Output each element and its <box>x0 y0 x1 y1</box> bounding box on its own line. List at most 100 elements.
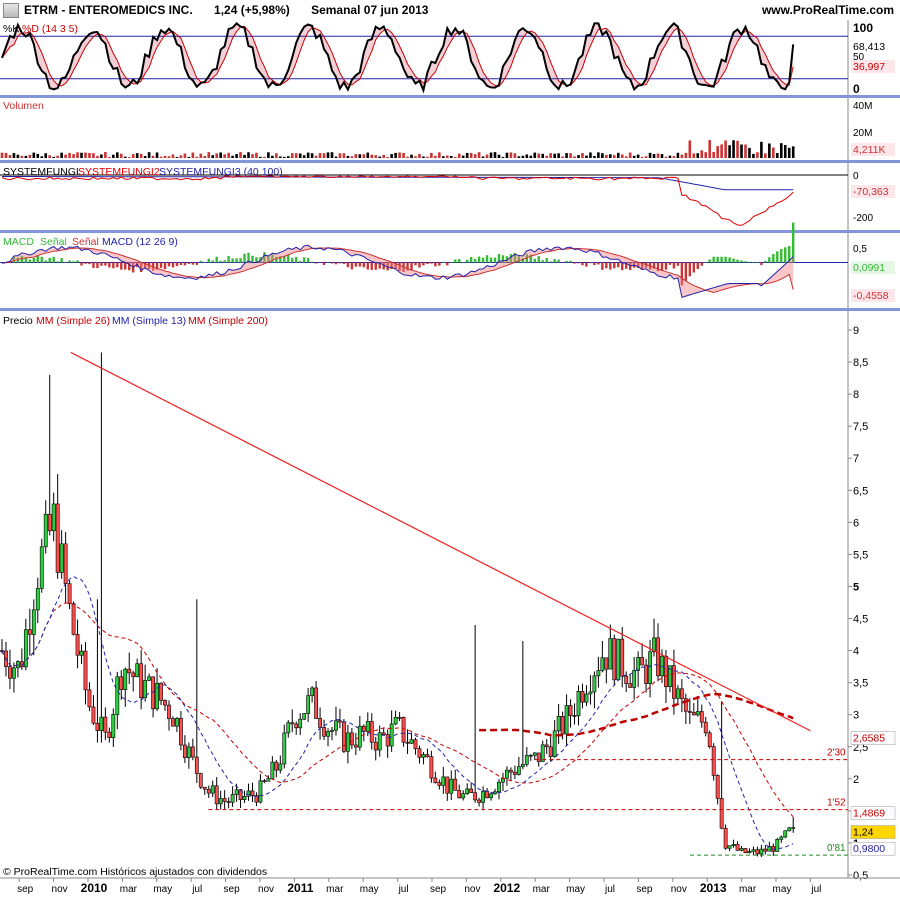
price-tick-label: 6 <box>853 517 859 529</box>
macd-hist-bar <box>577 262 580 264</box>
volume-axis-mid: 20M <box>853 128 872 139</box>
macd-hist-bar <box>80 262 83 266</box>
candle-body <box>477 799 482 803</box>
chart-area[interactable]: 98,587,576,565,554,543,532,521,510,52'30… <box>0 20 900 900</box>
volume-bar <box>68 152 71 158</box>
volume-bar <box>123 156 127 158</box>
candle-body <box>675 688 680 699</box>
candle-body <box>194 756 199 774</box>
x-tick-label: nov <box>671 884 687 895</box>
ticker-label: ETRM - ENTEROMEDICS INC. <box>24 3 193 17</box>
macd-value: 0,0991 <box>853 262 885 274</box>
price-tick-label: 8 <box>853 389 859 401</box>
macd-hist-bar <box>314 262 318 264</box>
volume-bar <box>529 155 533 158</box>
macd-hist-bar <box>776 251 779 263</box>
macd-hist-bar <box>350 262 354 270</box>
volume-bar <box>135 153 139 158</box>
macd-hist-bar <box>712 256 715 263</box>
macd-hist-bar <box>752 262 755 263</box>
volume-bar <box>485 154 489 158</box>
macd-hist-bar <box>179 262 183 265</box>
macd-hist-bar <box>724 256 727 263</box>
macd-hist-bar <box>199 260 202 263</box>
panel-separator[interactable] <box>0 308 900 311</box>
candle-body <box>179 717 183 746</box>
macd-hist-bar <box>32 258 36 263</box>
price-tick-label: 4,5 <box>853 614 868 626</box>
candle-body <box>644 664 648 684</box>
volume-bar <box>791 146 795 158</box>
volume-bar <box>0 152 4 158</box>
system-axis-bottom: -200 <box>853 213 873 224</box>
x-tick-label: nov <box>464 884 480 895</box>
volume-bar <box>195 156 199 158</box>
macd-hist-bar <box>251 255 254 263</box>
macd-hist-bar <box>728 257 731 263</box>
macd-hist-bar <box>223 260 226 263</box>
volume-bar <box>632 155 636 158</box>
volume-bar <box>732 140 735 158</box>
candle-body <box>353 744 358 748</box>
candle-body <box>318 718 322 728</box>
candle-body <box>516 766 521 775</box>
volume-bar <box>656 153 660 158</box>
site-label[interactable]: www.ProRealTime.com <box>762 3 894 17</box>
macd-hist-bar <box>561 262 564 264</box>
volume-bar <box>306 152 310 158</box>
volume-bar <box>239 152 242 158</box>
candle-body <box>397 717 402 719</box>
macd-hist-bar <box>434 262 437 267</box>
candle-body <box>302 713 307 720</box>
volume-bar <box>52 156 55 158</box>
volume-bar <box>779 143 783 158</box>
candle-body <box>620 638 625 677</box>
app-icon[interactable] <box>3 3 19 18</box>
volume-bar <box>418 154 421 158</box>
volume-bar <box>557 153 560 158</box>
volume-bar <box>497 154 501 158</box>
volume-bar <box>684 152 688 158</box>
volume-bar <box>676 152 680 158</box>
candle-body <box>127 668 132 674</box>
volume-bar <box>131 154 135 158</box>
candle-body <box>222 798 227 802</box>
candle-body <box>258 780 263 803</box>
candle-body <box>361 725 366 732</box>
volume-bar <box>493 152 497 158</box>
volume-bar <box>620 154 624 158</box>
volume-bar <box>461 155 465 158</box>
macd-hist-bar <box>342 262 346 264</box>
candle-body <box>413 739 418 749</box>
volume-bar <box>334 156 338 158</box>
volume-bar <box>159 156 163 158</box>
candle-body <box>123 668 128 690</box>
candle-body <box>75 634 80 656</box>
candle-body <box>699 711 704 723</box>
macd-hist-bar <box>410 262 413 270</box>
volume-bar <box>680 154 684 158</box>
candle-body <box>528 754 533 757</box>
volume-bar <box>119 153 123 158</box>
candle-body <box>588 691 593 695</box>
macd-hist-bar <box>704 262 707 263</box>
panel-separator[interactable] <box>0 160 900 163</box>
macd-hist-bar <box>545 258 548 263</box>
volume-value: 4,211K <box>853 144 886 156</box>
volume-bar <box>84 152 87 158</box>
panel-separator[interactable] <box>0 95 900 98</box>
price-tick-label: 8,5 <box>853 357 868 369</box>
macd-hist-bar <box>688 262 692 277</box>
volume-bar <box>453 156 457 158</box>
volume-bar <box>251 154 254 158</box>
candle-body <box>755 849 760 855</box>
volume-bar <box>294 153 298 158</box>
volume-bar <box>112 154 115 158</box>
candle-body <box>687 710 692 713</box>
volume-bar <box>28 154 32 158</box>
volume-bar <box>390 154 393 158</box>
candle-body <box>31 609 36 635</box>
macd-hist-bar <box>295 256 298 263</box>
price-tick-label: 0,5 <box>853 870 868 882</box>
panel-separator[interactable] <box>0 230 900 233</box>
